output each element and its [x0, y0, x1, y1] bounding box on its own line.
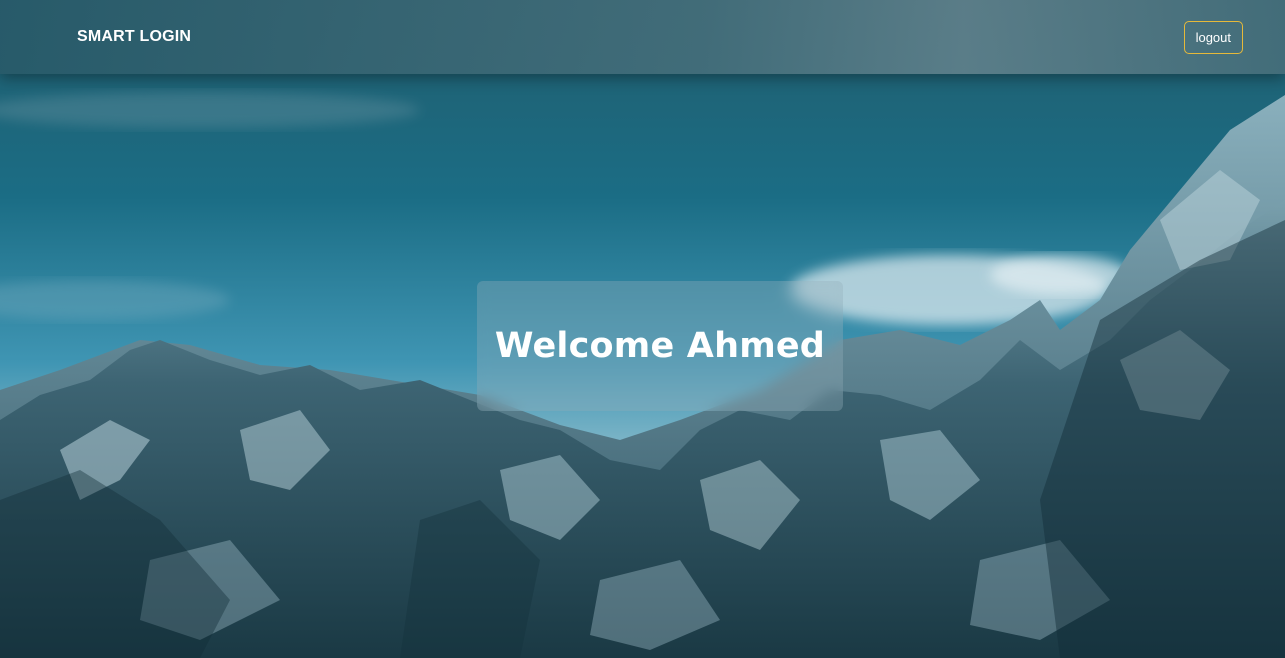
logout-button[interactable]: logout: [1183, 20, 1243, 54]
page: SMART LOGIN logout Welcome Ahmed: [0, 0, 1285, 658]
welcome-heading: Welcome Ahmed: [494, 326, 826, 366]
brand-logo-text[interactable]: SMART LOGIN: [77, 28, 191, 46]
top-navbar: SMART LOGIN logout: [0, 0, 1285, 74]
welcome-card: Welcome Ahmed: [477, 281, 843, 411]
